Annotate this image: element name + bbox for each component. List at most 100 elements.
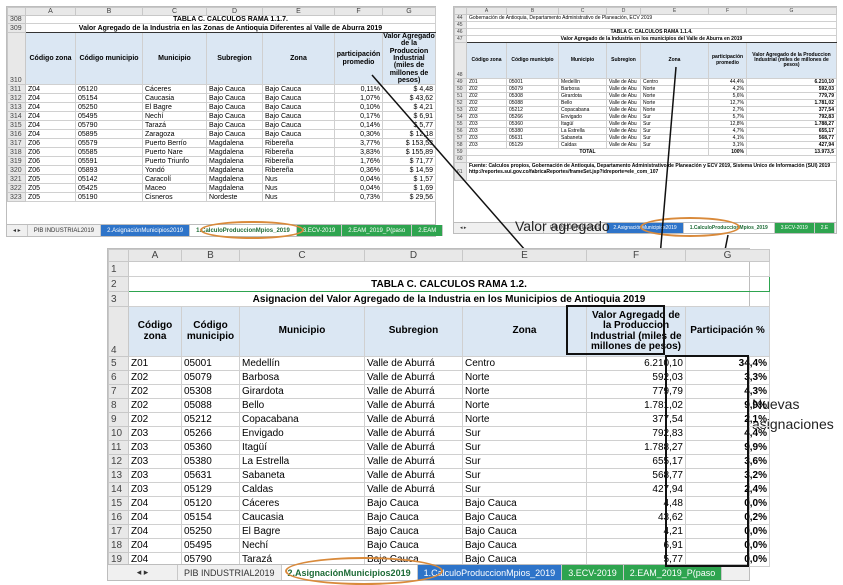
cell-municipio: Barbosa [239, 370, 365, 385]
cell-subregion: Valle de Aburrá [364, 384, 463, 399]
cell-municipio-code: 05129 [181, 482, 240, 497]
cell-municipio: Caucasia [239, 510, 365, 525]
column-header: F [586, 249, 686, 262]
cell-municipio-code: 05001 [181, 356, 240, 371]
cell-subregion: Valle de Aburrá [364, 370, 463, 385]
row-number: 18 [108, 538, 129, 553]
cell-subregion: Bajo Cauca [364, 496, 463, 511]
cell-zone: Norte [462, 398, 587, 413]
cell-zone: Norte [462, 412, 587, 427]
row-number: 15 [108, 496, 129, 511]
cell-zone: Norte [462, 370, 587, 385]
row-number: 4 [108, 306, 129, 357]
cell-zone-code: Z01 [128, 356, 182, 371]
cell-zone: Sur [462, 426, 587, 441]
row-number: 13 [108, 468, 129, 483]
cell-municipio-code: 05154 [181, 510, 240, 525]
cell-zone-code: Z04 [128, 496, 182, 511]
value-highlight-box [566, 305, 665, 355]
cell-municipio: Girardota [239, 384, 365, 399]
cell-subregion: Valle de Aburrá [364, 468, 463, 483]
cell-zone-code: Z03 [128, 482, 182, 497]
cell-municipio-code: 05360 [181, 440, 240, 455]
sheet-tab[interactable]: PIB INDUSTRIAL2019 [178, 565, 282, 580]
row-number: 2 [108, 276, 129, 292]
sheet-title: TABLA C. CALCULOS RAMA 1.2. [128, 276, 770, 292]
cell-zone-code: Z02 [128, 398, 182, 413]
row-number: 6 [108, 370, 129, 385]
row-number: 14 [108, 482, 129, 497]
row-number: 1 [108, 261, 129, 277]
cell-zone: Bajo Cauca [462, 496, 587, 511]
cell-municipio-code: 05212 [181, 412, 240, 427]
cell-zone-code: Z04 [128, 538, 182, 553]
cell-subregion: Valle de Aburrá [364, 398, 463, 413]
table-column-header: Subregion [364, 306, 463, 357]
row-number: 11 [108, 440, 129, 455]
cell-zone-code: Z02 [128, 384, 182, 399]
cell-municipio-code: 05079 [181, 370, 240, 385]
table-column-header: Municipio [239, 306, 365, 357]
cell-zone-code: Z04 [128, 524, 182, 539]
row-number: 5 [108, 356, 129, 371]
sheet-tab[interactable]: 2.EAM_2019_P(paso [623, 565, 723, 580]
table-column-header: Participación % [685, 306, 770, 357]
cell-zone: Sur [462, 440, 587, 455]
cell-municipio: Bello [239, 398, 365, 413]
tab-nav-arrows[interactable]: ◂ ▸ [108, 565, 178, 580]
row-number: 9 [108, 412, 129, 427]
cell-municipio: Itagüí [239, 440, 365, 455]
column-header: D [364, 249, 463, 262]
table-column-header: Código municipio [181, 306, 240, 357]
cell-municipio-code: 05088 [181, 398, 240, 413]
cell-municipio-code: 05120 [181, 496, 240, 511]
cell-zone: Sur [462, 482, 587, 497]
cell-zone-code: Z04 [128, 510, 182, 525]
row-number: 10 [108, 426, 129, 441]
cell-zone: Centro [462, 356, 587, 371]
row-number: 16 [108, 510, 129, 525]
row-number: 3 [108, 291, 129, 307]
cell-municipio-code: 05631 [181, 468, 240, 483]
cell-subregion: Valle de Aburrá [364, 440, 463, 455]
cell-municipio-code: 05250 [181, 524, 240, 539]
cell-subregion: Bajo Cauca [364, 538, 463, 553]
cell-municipio-code: 05266 [181, 426, 240, 441]
highlight-circle [285, 557, 443, 585]
cell-municipio: Copacabana [239, 412, 365, 427]
cell-zone-code: Z03 [128, 454, 182, 469]
cell-subregion: Valle de Aburrá [364, 426, 463, 441]
cell-subregion: Bajo Cauca [364, 524, 463, 539]
bottom-sheet: ABCDEFG 1 2 TABLA C. CALCULOS RAMA 1.2. 3… [107, 248, 770, 581]
row-number: 17 [108, 524, 129, 539]
participation-highlight-box [665, 355, 749, 567]
column-header: C [239, 249, 365, 262]
select-all-corner [108, 249, 129, 262]
row-number: 7 [108, 384, 129, 399]
cell-municipio: El Bagre [239, 524, 365, 539]
column-header: A [128, 249, 182, 262]
cell-municipio: Envigado [239, 426, 365, 441]
cell-municipio: La Estrella [239, 454, 365, 469]
cell-zone-code: Z02 [128, 370, 182, 385]
cell-zone-code: Z03 [128, 468, 182, 483]
cell-zone-code: Z02 [128, 412, 182, 427]
row-number: 8 [108, 398, 129, 413]
cell-zone: Norte [462, 384, 587, 399]
cell-municipio-code: 05495 [181, 538, 240, 553]
sheet-tab[interactable]: 3.ECV-2019 [562, 565, 624, 580]
sheet-subtitle: Asignacion del Valor Agregado de la Indu… [128, 291, 770, 307]
column-header: B [181, 249, 240, 262]
table-column-header: Código zona [128, 306, 182, 357]
cell-municipio: Nechí [239, 538, 365, 553]
cell-zone: Bajo Cauca [462, 524, 587, 539]
column-header: G [685, 249, 770, 262]
cell-subregion: Valle de Aburrá [364, 412, 463, 427]
cell-subregion: Valle de Aburrá [364, 454, 463, 469]
cell-municipio-code: 05380 [181, 454, 240, 469]
cell-municipio: Medellín [239, 356, 365, 371]
cell-zone: Sur [462, 454, 587, 469]
cell-municipio-code: 05308 [181, 384, 240, 399]
cell-zone: Bajo Cauca [462, 510, 587, 525]
cell-municipio: Caldas [239, 482, 365, 497]
